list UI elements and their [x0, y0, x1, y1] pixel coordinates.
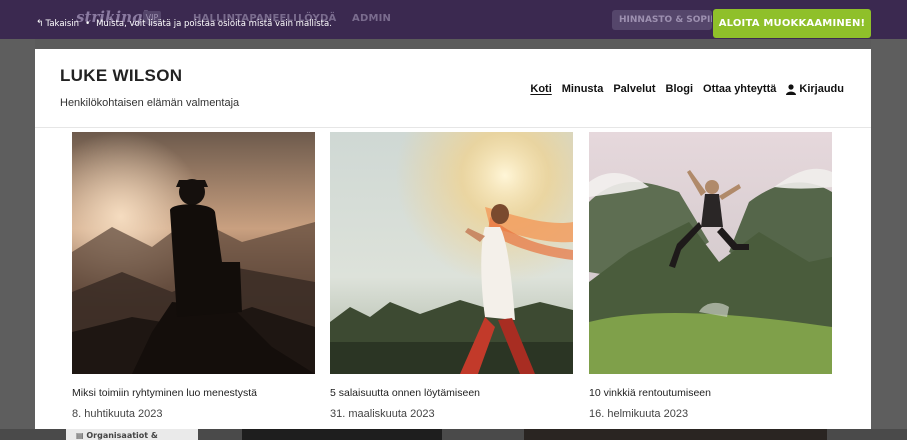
- site-title: LUKE WILSON: [60, 66, 183, 85]
- peek-image-1: [242, 429, 442, 440]
- overlay-left: [0, 39, 35, 440]
- post-title[interactable]: Miksi toimiin ryhtyminen luo menestystä: [72, 387, 315, 399]
- peek-image-2: [524, 429, 827, 440]
- header-divider: [35, 127, 871, 128]
- overlay-right: [871, 39, 907, 440]
- site-navigation: Koti Minusta Palvelut Blogi Ottaa yhteyt…: [530, 83, 844, 95]
- site-nav-contact[interactable]: Ottaa yhteyttä: [703, 83, 776, 95]
- peek-category-label: ▤ Organisaatiot &: [76, 431, 158, 440]
- user-icon: [786, 83, 797, 95]
- blog-post-card[interactable]: 5 salaisuutta onnen löytämiseen 31. maal…: [330, 132, 573, 420]
- post-date: 8. huhtikuuta 2023: [72, 408, 163, 420]
- site-nav-home[interactable]: Koti: [530, 83, 551, 95]
- back-arrow-icon: ↰: [36, 19, 44, 29]
- site-nav-about[interactable]: Minusta: [562, 83, 604, 95]
- start-editing-button[interactable]: ALOITA MUOKKAAMINEN!: [713, 9, 871, 38]
- notice-text: Muista, voit lisätä ja poistaa osioita m…: [96, 19, 332, 29]
- post-image[interactable]: [589, 132, 832, 374]
- post-date: 31. maaliskuuta 2023: [330, 408, 435, 420]
- back-button[interactable]: ↰ Takaisin: [36, 19, 79, 29]
- site-nav-blog[interactable]: Blogi: [666, 83, 694, 95]
- login-label: Kirjaudu: [799, 83, 844, 95]
- site-tagline: Henkilökohtaisen elämän valmentaja: [60, 97, 240, 109]
- site-nav-services[interactable]: Palvelut: [613, 83, 655, 95]
- post-image[interactable]: [330, 132, 573, 374]
- post-image[interactable]: [72, 132, 315, 374]
- post-title[interactable]: 10 vinkkiä rentoutumiseen: [589, 387, 832, 399]
- site-nav-login[interactable]: Kirjaudu: [786, 83, 844, 95]
- back-notice-bar: ↰ Takaisin • Muista, voit lisätä ja poistaa…: [36, 19, 332, 29]
- blog-post-card[interactable]: 10 vinkkiä rentoutumiseen 16. helmikuuta…: [589, 132, 832, 420]
- blog-post-card[interactable]: Miksi toimiin ryhtyminen luo menestystä …: [72, 132, 315, 420]
- separator-dot: •: [85, 19, 91, 29]
- pricing-button[interactable]: HINNASTO & SOPIMUKSET: [612, 10, 712, 30]
- nav-admin[interactable]: ADMIN: [352, 13, 391, 24]
- back-label: Takaisin: [45, 19, 80, 29]
- post-title[interactable]: 5 salaisuutta onnen löytämiseen: [330, 387, 573, 399]
- post-date: 16. helmikuuta 2023: [589, 408, 689, 420]
- site-preview-panel: LUKE WILSON Henkilökohtaisen elämän valm…: [35, 49, 871, 429]
